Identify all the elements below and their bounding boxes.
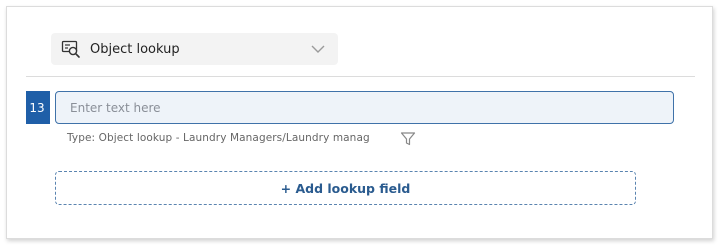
lookup-text-input[interactable] bbox=[55, 91, 674, 124]
filter-icon[interactable] bbox=[400, 131, 416, 147]
field-type-select[interactable]: Object lookup bbox=[51, 33, 338, 65]
row-number-badge: 13 bbox=[26, 91, 50, 124]
section-divider bbox=[26, 76, 695, 77]
add-lookup-field-button[interactable]: + Add lookup field bbox=[55, 171, 636, 205]
field-type-hint: Type: Object lookup - Laundry Managers/L… bbox=[67, 132, 370, 144]
chevron-down-icon[interactable] bbox=[310, 41, 326, 57]
object-lookup-icon bbox=[61, 39, 81, 59]
field-type-label: Object lookup bbox=[90, 41, 180, 57]
